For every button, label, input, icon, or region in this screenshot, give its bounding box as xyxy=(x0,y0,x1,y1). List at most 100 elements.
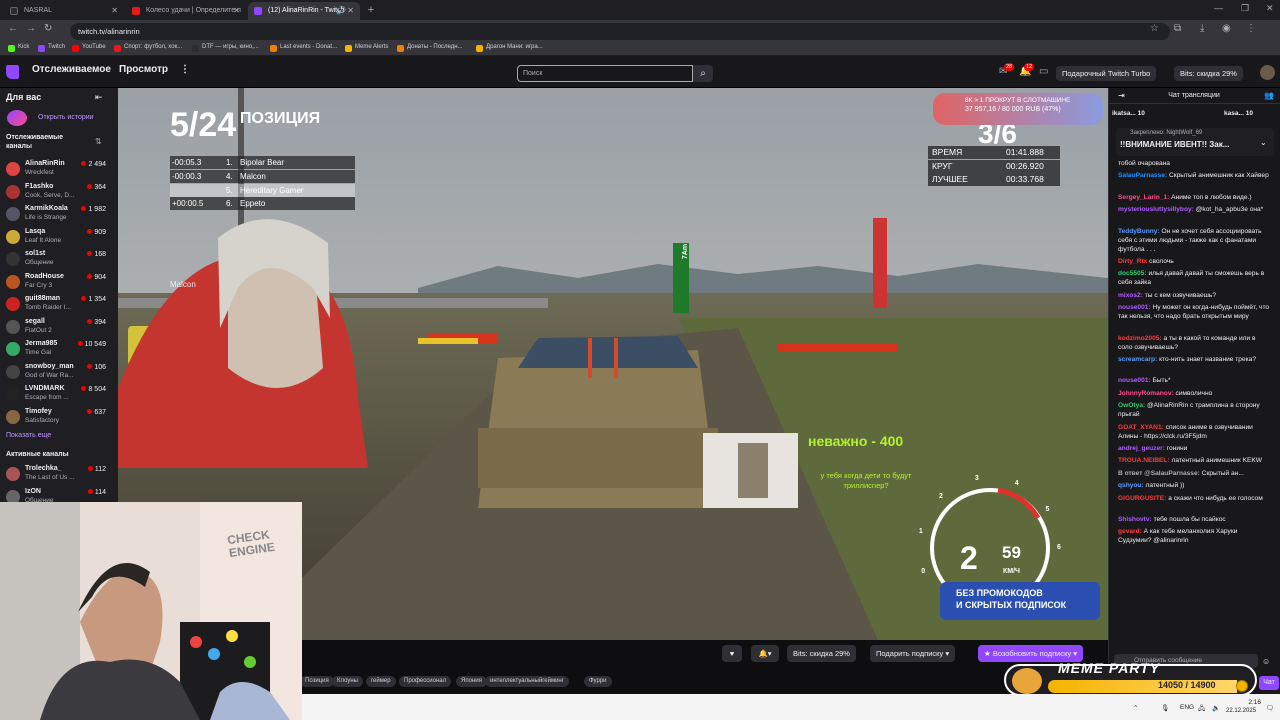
bits-button[interactable]: Bits: скидка 29% xyxy=(787,645,856,662)
nav-browse[interactable]: Просмотр xyxy=(119,64,168,75)
chat-username[interactable]: GIGURGUSITE: xyxy=(1118,495,1166,502)
chat-send-button[interactable]: Чат xyxy=(1259,676,1279,690)
taskbar-time[interactable]: 2:16 xyxy=(1231,699,1261,706)
sidebar-channel[interactable]: sol1st Общение 168 xyxy=(0,249,118,271)
chat-username[interactable]: JohnnyRomanov: xyxy=(1118,390,1174,397)
stream-tag[interactable]: Япония xyxy=(456,676,487,687)
chat-username[interactable]: GOAT_XYAN1: xyxy=(1118,424,1164,431)
chat-username[interactable]: В ответ @SalauParnasse: xyxy=(1118,470,1200,477)
bits-discount-button[interactable]: Bits: скидка 29% xyxy=(1174,66,1243,81)
stream-tag[interactable]: интеллектуальныйгейминг xyxy=(485,676,569,687)
chat-username[interactable]: mixos2: xyxy=(1118,292,1143,299)
account-icon[interactable]: ◉ xyxy=(1222,23,1231,34)
taskbar-date[interactable]: 22.12.2025 xyxy=(1226,708,1256,714)
language-indicator[interactable]: ENG xyxy=(1180,704,1194,711)
gift-sub-button[interactable]: Подарить подписку ▾ xyxy=(870,645,956,662)
download-icon[interactable]: ⤓ xyxy=(1200,23,1204,34)
new-tab-button[interactable]: + xyxy=(364,2,378,18)
sidebar-channel[interactable]: Lasqa Leaf It Alone 909 xyxy=(0,227,118,249)
users-icon[interactable]: 👥 xyxy=(1264,91,1274,100)
chat-username[interactable]: Sergey_Larin_1: xyxy=(1118,194,1169,201)
reload-icon[interactable]: ↻ xyxy=(44,23,52,34)
bookmark-item[interactable]: DTF — игры, кино,... xyxy=(192,44,259,52)
chat-username[interactable]: nouse001: xyxy=(1118,377,1151,384)
user-avatar[interactable] xyxy=(1260,65,1275,80)
sidebar-channel[interactable]: F1ashko Cook, Serve, D... 364 xyxy=(0,182,118,204)
chevron-up-icon[interactable]: ⌃ xyxy=(1133,704,1138,712)
microphone-icon[interactable]: 🎙 xyxy=(1161,704,1169,712)
sidebar-channel[interactable]: AlinaRinRin Wreckfest 2 494 xyxy=(0,159,118,181)
bookmark-item[interactable]: Last events - Donat... xyxy=(270,44,337,52)
chat-username[interactable]: TROUA.NEIBEL: xyxy=(1118,457,1170,464)
sidebar-channel[interactable]: KarmikKoala Life is Strange 1 982 xyxy=(0,204,118,226)
browser-tab-nasral[interactable]: NASRAL ✕ xyxy=(4,2,124,20)
close-window-icon[interactable]: ✕ xyxy=(1266,3,1274,14)
twitch-logo-icon[interactable] xyxy=(6,65,19,79)
stream-tag[interactable]: Фурри xyxy=(584,676,612,687)
bookmark-item[interactable]: Драгон Мани: игра... xyxy=(476,44,543,52)
bookmark-star-icon[interactable]: ☆ xyxy=(1150,23,1159,34)
whispers-icon[interactable]: ▭ xyxy=(1039,66,1048,77)
stream-tag[interactable]: Профессионал xyxy=(399,676,452,687)
browser-tab-twitch[interactable]: (12) AlinaRinRin - Twitch 🔊 ✕ xyxy=(248,2,360,20)
back-icon[interactable]: ← xyxy=(8,23,18,34)
sidebar-channel[interactable]: snowboy_man God of War Ra... 106 xyxy=(0,362,118,384)
sidebar-channel[interactable]: RoadHouse Far Cry 3 904 xyxy=(0,272,118,294)
bookmark-item[interactable]: Meme Alerts xyxy=(345,44,388,52)
collapse-chat-icon[interactable]: ⇥ xyxy=(1118,91,1125,100)
chat-username[interactable]: qshyou: xyxy=(1118,482,1144,489)
search-input[interactable]: Поиск xyxy=(517,65,693,82)
close-icon[interactable]: ✕ xyxy=(347,2,354,20)
chat-username[interactable]: TeddyBunny: xyxy=(1118,228,1160,235)
chat-username[interactable]: nouse001: xyxy=(1118,304,1151,311)
chat-username[interactable]: Shishovtv: xyxy=(1118,516,1152,523)
extensions-icon[interactable]: ⧉ xyxy=(1174,23,1181,34)
bookmark-item[interactable]: Kick xyxy=(8,44,29,52)
sidebar-channel[interactable]: Trolechka_ The Last of Us ... 112 xyxy=(0,464,118,486)
chat-username[interactable]: andrej_geuzer: xyxy=(1118,445,1165,452)
bookmark-item[interactable]: Спорт: футбол, хок... xyxy=(114,44,182,52)
stream-tag[interactable]: Клоуны xyxy=(332,676,363,687)
sidebar-channel[interactable]: Jerma985 Time Gal 10 549 xyxy=(0,339,118,361)
chat-username[interactable]: screamcarp: xyxy=(1118,356,1157,363)
chat-username[interactable]: Dirty_Rtx xyxy=(1118,258,1147,265)
sidebar-channel[interactable]: LVNDMARK Escape from ... 8 504 xyxy=(0,384,118,406)
forward-icon[interactable]: → xyxy=(26,23,36,34)
search-icon[interactable]: ⌕ xyxy=(693,65,713,82)
notification-center-icon[interactable]: 🗨 xyxy=(1266,704,1274,712)
volume-icon[interactable]: 🔈 xyxy=(1212,704,1220,712)
sort-icon[interactable]: ⇅ xyxy=(95,137,102,146)
chevron-down-icon[interactable]: ⌄ xyxy=(1260,138,1267,147)
nav-following[interactable]: Отслеживаемое xyxy=(32,64,111,75)
follow-heart-button[interactable]: ♥ xyxy=(722,645,742,662)
bookmark-item[interactable]: Донаты - Последн... xyxy=(397,44,463,52)
close-icon[interactable]: ✕ xyxy=(233,2,240,20)
collapse-sidebar-icon[interactable]: ⇤ xyxy=(95,92,103,103)
notify-bell-button[interactable]: 🔔▾ xyxy=(751,645,779,662)
pinned-message[interactable]: Закреплено: NightWolf_69 !!ВНИМАНИЕ ИВЕН… xyxy=(1116,128,1274,156)
chat-username[interactable]: SalauParnasse: xyxy=(1118,172,1167,179)
menu-icon[interactable]: ⋮ xyxy=(1246,23,1256,34)
speaker-icon[interactable]: 🔊 xyxy=(336,2,346,20)
bookmark-item[interactable]: Twitch xyxy=(38,44,65,52)
stream-tag[interactable]: геймер xyxy=(366,676,396,687)
sidebar-channel[interactable]: Timofey Satisfactory 637 xyxy=(0,407,118,429)
chat-username[interactable]: doc5505: xyxy=(1118,270,1147,277)
bookmark-item[interactable]: YouTube xyxy=(72,44,106,52)
chat-username[interactable]: gevard: xyxy=(1118,528,1142,535)
network-icon[interactable]: 🖧 xyxy=(1198,704,1205,715)
address-bar[interactable] xyxy=(70,23,1170,40)
maximize-icon[interactable]: ❐ xyxy=(1241,3,1249,14)
open-stories-link[interactable]: Открыть истории xyxy=(38,114,94,121)
nav-more-icon[interactable]: ⋮ xyxy=(180,64,190,75)
browser-tab-wheel[interactable]: Колесо удачи | Определите п ✕ xyxy=(126,2,246,20)
sidebar-channel[interactable]: guit88man Tomb Raider I... 1 354 xyxy=(0,294,118,316)
close-icon[interactable]: ✕ xyxy=(111,2,118,20)
show-more-link[interactable]: Показать еще xyxy=(6,432,51,439)
sidebar-channel[interactable]: segall FlatOut 2 394 xyxy=(0,317,118,339)
stories-avatar[interactable] xyxy=(7,110,27,126)
stream-tag[interactable]: Позиция xyxy=(300,676,334,687)
chat-username[interactable]: kodzimo2005: xyxy=(1118,335,1162,342)
emote-picker-icon[interactable]: ☺ xyxy=(1262,657,1270,666)
chat-username[interactable]: mysteriousluttysillyboy: xyxy=(1118,206,1194,213)
